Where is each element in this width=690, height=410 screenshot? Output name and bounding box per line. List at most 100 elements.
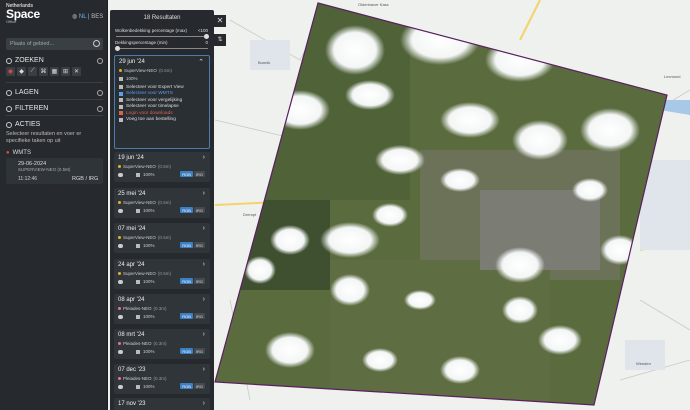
coverage-icon (136, 208, 140, 213)
sensor-dot-icon (118, 377, 121, 380)
menu-timelapse[interactable]: Selecteer voor timelapse (119, 104, 205, 110)
rgb-button[interactable]: RGB (180, 278, 193, 284)
band-buttons: RGB IRG (180, 313, 205, 319)
rgb-button[interactable]: RGB (180, 313, 193, 319)
rgb-button[interactable]: RGB (180, 348, 193, 354)
help-icon[interactable] (97, 90, 103, 96)
menu-compare[interactable]: Selecteer voor vergelijking (119, 97, 205, 103)
cloud-icon (118, 349, 123, 354)
result-meta: 100% (118, 349, 155, 354)
result-date: 29 jun '24 (119, 59, 145, 65)
menu-add-order[interactable]: Voeg toe aan bestelling (119, 117, 205, 123)
search-icon[interactable] (93, 40, 100, 47)
result-date: 19 jun '24 (118, 155, 144, 161)
irg-button[interactable]: IRG (193, 171, 205, 177)
trash-icon[interactable]: ✕ (72, 67, 81, 76)
result-card[interactable]: 19 jun '24 › SuperView-NEO (0.5m) 100% RG… (114, 152, 210, 182)
section-acties[interactable]: ACTIES (6, 121, 40, 128)
wmts-bands[interactable]: RGB / IRG (72, 176, 98, 182)
close-results-button[interactable]: ✕ (214, 15, 226, 27)
menu-label: Login voor downloads (126, 110, 173, 116)
irg-button[interactable]: IRG (193, 313, 205, 319)
chevron-up-icon[interactable]: ⌃ (198, 58, 204, 66)
result-card[interactable]: 25 mei '24 › SuperView-NEO (0.5m) 100% RG… (114, 188, 210, 218)
box-tool-icon[interactable]: ▦ (50, 67, 59, 76)
chevron-right-icon[interactable]: › (203, 296, 205, 303)
irg-button[interactable]: IRG (193, 348, 205, 354)
rgb-button[interactable]: RGB (180, 242, 193, 248)
menu-expert-view[interactable]: Selecteer voor Expert View (119, 84, 205, 90)
section-lagen[interactable]: LAGEN (6, 89, 39, 96)
result-card[interactable]: 07 dec '23 › Pleiades-NEO (0.3m) 100% RGB… (114, 364, 210, 394)
irg-button[interactable]: IRG (193, 207, 205, 213)
rgb-button[interactable]: RGB (180, 383, 193, 389)
result-sensor: SuperView-NEO (0.5m) (119, 68, 172, 73)
result-gsd: (0.3m) (153, 376, 167, 381)
help-icon[interactable] (97, 106, 103, 112)
result-card[interactable]: 08 apr '24 › Pleiades-NEO (0.3m) 100% RGB… (114, 294, 210, 324)
lang-nl[interactable]: NL (79, 14, 86, 20)
sensor-dot-icon (118, 201, 121, 204)
wmts-sensor: SUPERVIEW-NEO (0.5M) (18, 167, 70, 172)
menu-wmts[interactable]: Selecteer voor WMTS (119, 91, 205, 97)
rgb-button[interactable]: RGB (180, 207, 193, 213)
irg-button[interactable]: IRG (193, 242, 205, 248)
divider (6, 99, 103, 100)
chevron-right-icon[interactable]: › (203, 366, 205, 373)
result-sensor-name: SuperView-NEO (124, 68, 157, 73)
result-sensor: Pleiades-NEO (0.3m) (118, 376, 167, 381)
result-sensor-name: SuperView-NEO (123, 235, 156, 240)
cloud-icon (118, 384, 123, 389)
logo[interactable]: Netherlands Space Office (6, 4, 40, 24)
section-filteren[interactable]: FILTEREN (6, 105, 48, 112)
result-card[interactable]: 07 mei '24 › SuperView-NEO (0.5m) 100% RG… (114, 223, 210, 253)
layers-icon (6, 89, 12, 96)
polygon-tool-icon[interactable]: ⌘ (39, 67, 48, 76)
map-label: Bunnik (258, 60, 271, 65)
cloud-slider-track[interactable] (116, 36, 208, 37)
chevron-right-icon[interactable]: › (203, 225, 205, 232)
band-buttons: RGB IRG (180, 383, 205, 389)
result-meta: 100% (118, 208, 155, 213)
menu-login-download[interactable]: Login voor downloads (119, 110, 205, 116)
language-selector[interactable]: ◍ NL | BES (72, 13, 103, 20)
divider (6, 82, 103, 83)
filter-settings-button[interactable]: ⇅ (214, 34, 226, 46)
result-card[interactable]: 08 mrt '24 › Pleiades-NEO (0.3m) 100% RGB… (114, 329, 210, 359)
section-zoeken-label: ZOEKEN (15, 57, 44, 64)
menu-label: Selecteer voor Expert View (126, 84, 184, 90)
result-card[interactable]: 29 jun '24 ⌃ SuperView-NEO (0.5m) 100% S… (114, 55, 210, 149)
help-icon[interactable] (97, 58, 103, 64)
result-pct: 100% (143, 172, 155, 177)
chevron-right-icon[interactable]: › (203, 331, 205, 338)
chevron-right-icon[interactable]: › (203, 154, 205, 161)
map-label: Lexmond (664, 74, 681, 79)
result-date: 24 apr '24 (118, 262, 145, 268)
result-card[interactable]: 17 nov '23 › (114, 398, 210, 410)
lang-bes[interactable]: BES (91, 14, 103, 20)
section-zoeken[interactable]: ZOEKEN (6, 57, 44, 64)
chevron-right-icon[interactable]: › (203, 400, 205, 407)
result-sensor-name: Pleiades-NEO (123, 376, 152, 381)
point-tool-icon[interactable]: ◆ (17, 67, 26, 76)
pin-tool-icon[interactable]: ◉ (6, 67, 15, 76)
cloud-slider-knob[interactable] (204, 34, 209, 39)
grid-tool-icon[interactable]: ⊞ (61, 67, 70, 76)
irg-button[interactable]: IRG (193, 278, 205, 284)
coverage-slider-track[interactable] (116, 48, 208, 49)
context-menu: Selecteer voor Expert View Selecteer voo… (119, 84, 205, 123)
band-buttons: RGB IRG (180, 242, 205, 248)
coverage-slider-knob[interactable] (115, 46, 120, 51)
chevron-right-icon[interactable]: › (203, 190, 205, 197)
result-card[interactable]: 24 apr '24 › SuperView-NEO (0.5m) 100% RG… (114, 259, 210, 289)
cloud-icon (118, 172, 123, 177)
wmts-header[interactable]: ● WMTS (6, 150, 31, 156)
line-tool-icon[interactable]: ⟋ (28, 67, 37, 76)
cloud-icon (118, 243, 123, 248)
search-input[interactable] (6, 38, 86, 50)
wmts-card[interactable]: 29-06-2024 SUPERVIEW-NEO (0.5M) 11:12:46… (6, 158, 103, 184)
rgb-button[interactable]: RGB (180, 171, 193, 177)
result-sensor: SuperView-NEO (0.5m) (118, 235, 171, 240)
chevron-right-icon[interactable]: › (203, 261, 205, 268)
irg-button[interactable]: IRG (193, 383, 205, 389)
